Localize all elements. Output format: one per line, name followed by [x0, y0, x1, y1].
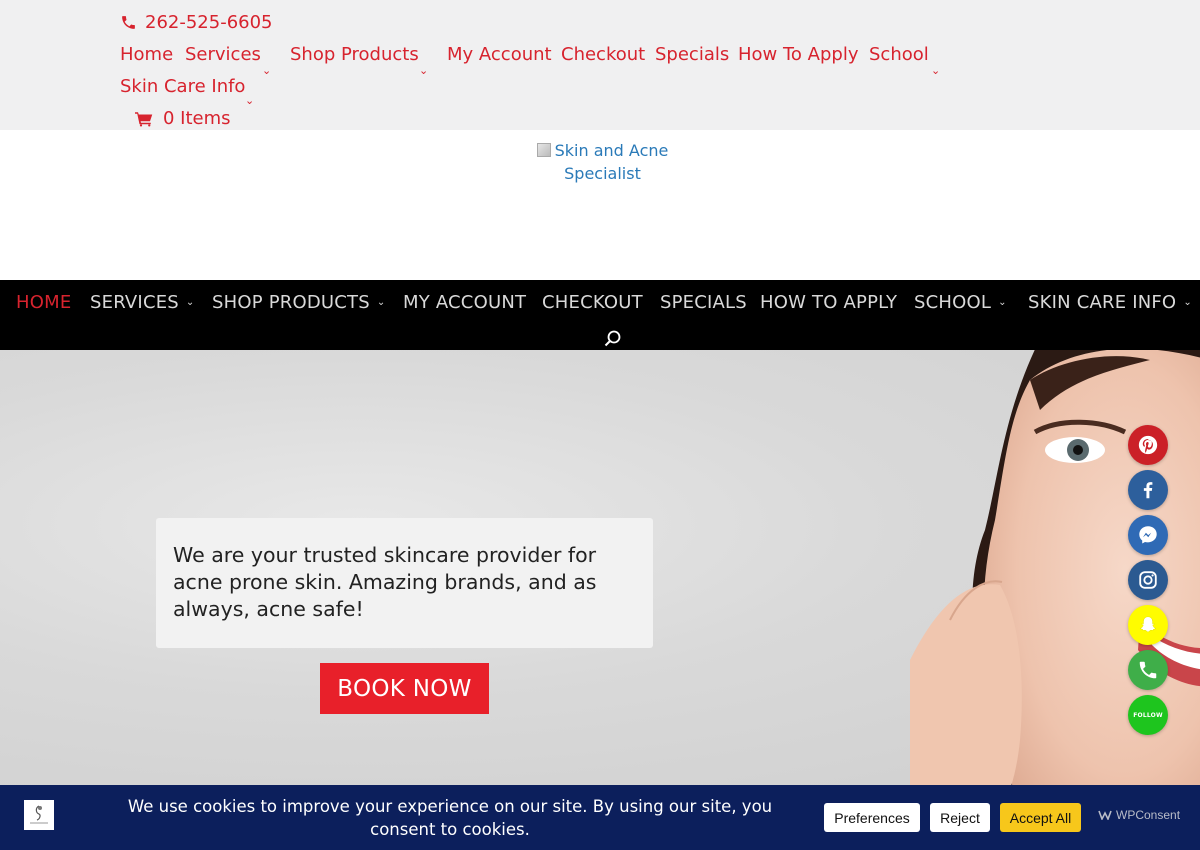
nav-skin-care-info[interactable]: SKIN CARE INFO ⌄	[1028, 292, 1192, 313]
nav-school[interactable]: SCHOOL ⌄	[914, 292, 1007, 313]
cookie-preferences-button[interactable]: Preferences	[824, 803, 920, 832]
nav-home[interactable]: HOME	[16, 292, 71, 313]
site-logo-icon	[30, 805, 48, 824]
top-header: 262-525-6605 Home Services ⌄ Shop Produc…	[0, 0, 1200, 130]
logo-area: Skin and Acne Specialist	[0, 130, 1200, 280]
instagram-button[interactable]	[1128, 560, 1168, 600]
cookie-accept-all-button[interactable]: Accept All	[1000, 803, 1081, 832]
chevron-down-icon: ⌄	[1183, 297, 1192, 308]
site-logo[interactable]: Skin and Acne Specialist	[535, 139, 670, 185]
nav-label: MY ACCOUNT	[403, 292, 527, 313]
messenger-button[interactable]	[1128, 515, 1168, 555]
nav-services[interactable]: SERVICES ⌄	[90, 292, 195, 313]
nav-my-account[interactable]: MY ACCOUNT	[403, 292, 526, 313]
chevron-down-icon[interactable]: ⌄	[419, 64, 428, 77]
hero-message-card: We are your trusted skincare provider fo…	[156, 518, 653, 648]
nav-label: SKIN CARE INFO	[1028, 292, 1177, 313]
nav-label: SCHOOL	[914, 292, 992, 313]
nav-label: HOME	[16, 292, 72, 313]
cart-link[interactable]: 0 Items	[135, 108, 231, 129]
nav-label: CHECKOUT	[542, 292, 643, 313]
hero-section: We are your trusted skincare provider fo…	[0, 350, 1200, 786]
topnav-skin-care-info[interactable]: Skin Care Info	[120, 76, 245, 97]
wpconsent-brand[interactable]: WPConsent	[1098, 808, 1180, 822]
phone-number: 262-525-6605	[145, 12, 273, 33]
topnav-services[interactable]: Services	[185, 44, 261, 65]
phone-icon	[1139, 661, 1157, 679]
chevron-down-icon: ⌄	[185, 297, 195, 308]
nav-label: SPECIALS	[660, 292, 747, 313]
follow-button[interactable]: FOLLOW	[1128, 695, 1168, 735]
facebook-icon	[1143, 482, 1153, 499]
nav-checkout[interactable]: CHECKOUT	[542, 292, 643, 313]
hero-text: We are your trusted skincare provider fo…	[173, 543, 597, 621]
messenger-icon	[1139, 526, 1157, 544]
broken-image-icon	[536, 143, 551, 157]
main-navigation: HOME SERVICES ⌄ SHOP PRODUCTS ⌄ MY ACCOUNT…	[0, 280, 1200, 350]
cart-count: 0 Items	[163, 108, 231, 129]
chevron-down-icon: ⌄	[998, 297, 1007, 308]
logo-alt-text: Skin and Acne Specialist	[554, 141, 669, 183]
topnav-home[interactable]: Home	[120, 44, 173, 65]
snapchat-button[interactable]	[1128, 605, 1168, 645]
wpconsent-label: WPConsent	[1116, 808, 1181, 822]
chevron-down-icon[interactable]: ⌄	[262, 64, 271, 77]
cart-icon	[135, 111, 153, 126]
phone-link[interactable]: 262-525-6605	[120, 12, 273, 33]
nav-label: HOW TO APPLY	[760, 292, 898, 313]
chevron-down-icon: ⌄	[376, 297, 386, 308]
topnav-shop-products[interactable]: Shop Products	[290, 44, 419, 65]
cookie-message: We use cookies to improve your experienc…	[127, 797, 773, 839]
topnav-specials[interactable]: Specials	[655, 44, 729, 65]
topnav-my-account[interactable]: My Account	[447, 44, 552, 65]
book-now-button[interactable]: BOOK NOW	[320, 663, 489, 714]
phone-button[interactable]	[1128, 650, 1168, 690]
topnav-checkout[interactable]: Checkout	[561, 44, 645, 65]
wpconsent-logo-icon	[1098, 810, 1112, 820]
nav-how-to-apply[interactable]: HOW TO APPLY	[760, 292, 897, 313]
topnav-school[interactable]: School	[869, 44, 929, 65]
instagram-icon	[1139, 571, 1157, 589]
nav-specials[interactable]: SPECIALS	[660, 292, 747, 313]
nav-label: SHOP PRODUCTS	[212, 292, 370, 313]
phone-icon	[122, 16, 135, 29]
search-icon[interactable]	[603, 329, 623, 349]
pinterest-icon	[1138, 435, 1158, 455]
follow-label: FOLLOW	[1133, 711, 1163, 719]
nav-label: SERVICES	[90, 292, 179, 313]
pinterest-button[interactable]	[1128, 425, 1168, 465]
snapchat-icon	[1139, 616, 1157, 633]
cookie-site-logo	[24, 800, 54, 830]
chevron-down-icon[interactable]: ⌄	[931, 64, 940, 77]
topnav-how-to-apply[interactable]: How To Apply	[738, 44, 858, 65]
cookie-banner: We use cookies to improve your experienc…	[0, 785, 1200, 850]
chevron-down-icon[interactable]: ⌄	[245, 94, 254, 107]
cookie-reject-button[interactable]: Reject	[930, 803, 990, 832]
facebook-button[interactable]	[1128, 470, 1168, 510]
nav-shop-products[interactable]: SHOP PRODUCTS ⌄	[212, 292, 385, 313]
